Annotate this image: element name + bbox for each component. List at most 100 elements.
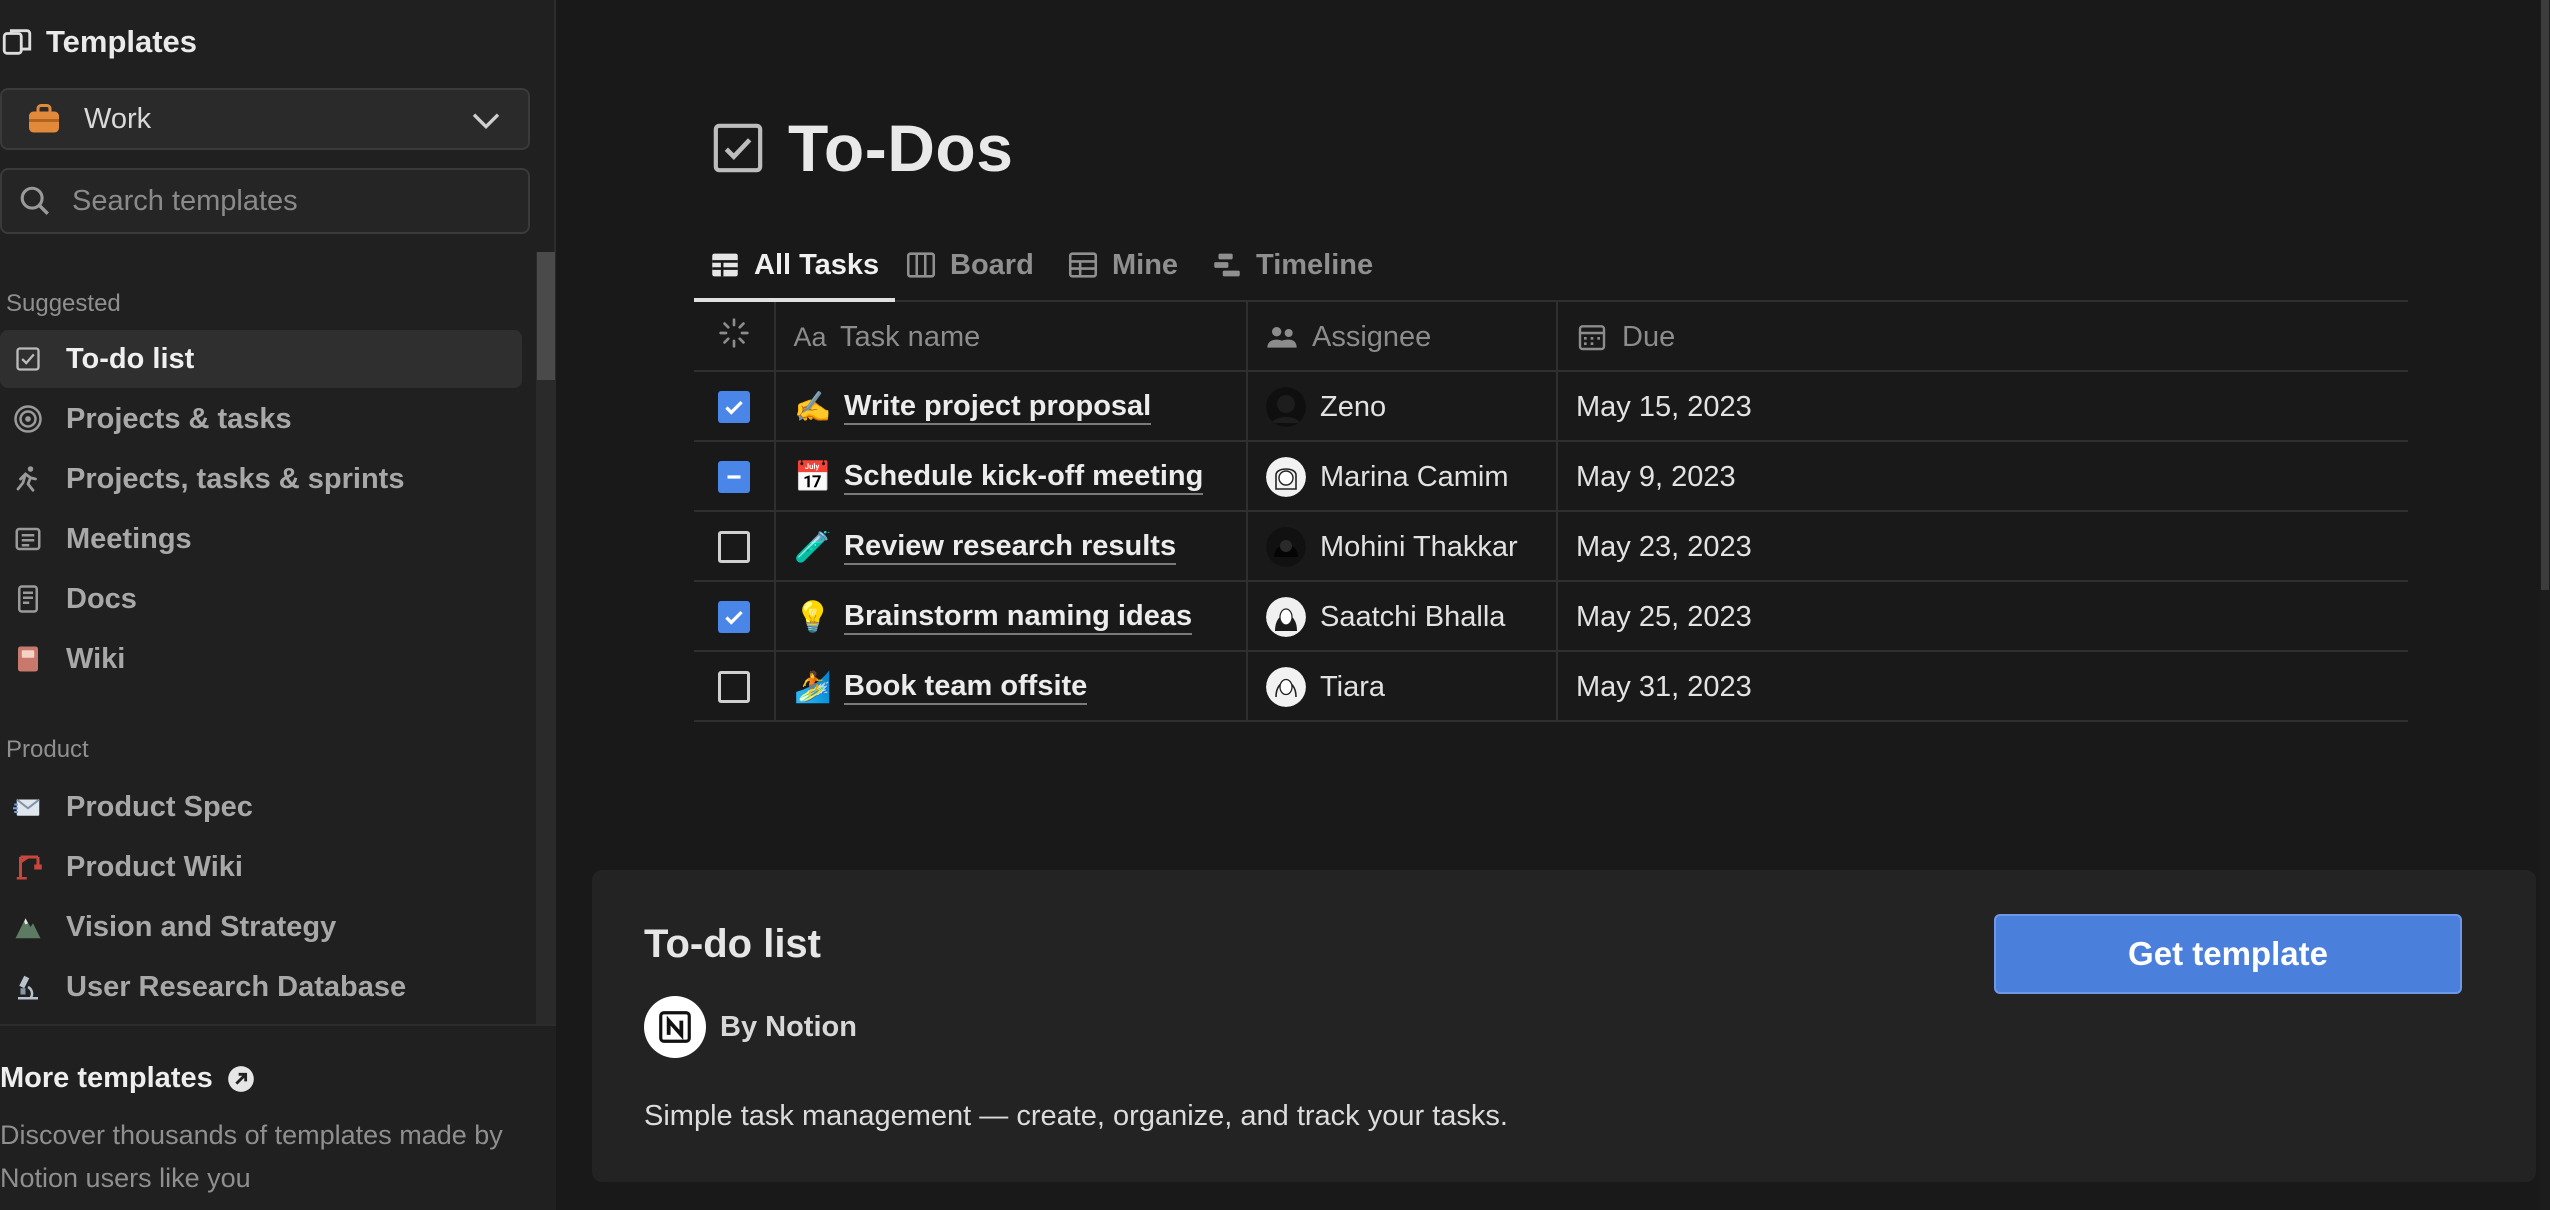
- sidebar-item-projects-tasks[interactable]: Projects & tasks: [0, 390, 522, 448]
- category-select-value: Work: [84, 102, 152, 135]
- sidebar-item-docs[interactable]: Docs: [0, 570, 522, 628]
- page-title: To-Dos: [788, 111, 1014, 185]
- target-icon: [12, 403, 44, 435]
- table-row[interactable]: 🧪 Review research results Mohini Thakkar…: [694, 512, 2408, 582]
- status-column-header[interactable]: [694, 302, 776, 372]
- due-date-cell: May 9, 2023: [1558, 442, 2408, 512]
- sidebar-item-label: Projects, tasks & sprints: [66, 462, 405, 495]
- task-checkbox[interactable]: [718, 601, 750, 633]
- table-header-row: Aa Task name Assignee Due: [694, 302, 2408, 372]
- task-checkbox[interactable]: [718, 531, 750, 563]
- table-row[interactable]: 🏄 Book team offsite Tiara May 31, 2023: [694, 652, 2408, 722]
- due-date: May 25, 2023: [1576, 600, 1752, 633]
- task-name-column-header[interactable]: Aa Task name: [776, 302, 1248, 372]
- tab-board[interactable]: Board: [904, 230, 1034, 300]
- task-name-link[interactable]: Write project proposal: [844, 389, 1152, 425]
- book-icon: [12, 643, 44, 675]
- calendar-icon: [1576, 321, 1608, 353]
- sidebar-header: Templates: [0, 22, 197, 62]
- more-templates-panel: More templates Discover thousands of tem…: [0, 1024, 556, 1210]
- due-date-cell: May 23, 2023: [1558, 512, 2408, 582]
- external-arrow-icon: [227, 1065, 255, 1093]
- due-column-header[interactable]: Due: [1558, 302, 2408, 372]
- checkbox-icon: [710, 120, 766, 176]
- loading-spinner-icon: [718, 317, 750, 357]
- sidebar-item-label: Projects & tasks: [66, 402, 292, 435]
- table-outline-icon: [1066, 248, 1100, 282]
- table-icon: [708, 248, 742, 282]
- get-template-button[interactable]: Get template: [1994, 914, 2462, 994]
- document-icon: [12, 583, 44, 615]
- sidebar-item-product-wiki[interactable]: Product Wiki: [0, 838, 522, 896]
- text-property-icon: Aa: [793, 321, 827, 352]
- task-checkbox[interactable]: [718, 391, 750, 423]
- template-info-card: To-do list By Notion Simple task managem…: [592, 870, 2536, 1182]
- task-name-link[interactable]: Schedule kick-off meeting: [844, 459, 1204, 495]
- light-bulb-icon: 💡: [794, 600, 832, 634]
- chevron-down-icon: [470, 106, 502, 134]
- search-input[interactable]: [72, 184, 492, 218]
- sidebar-item-to-do-list[interactable]: To-do list: [0, 330, 522, 388]
- avatar: [1266, 597, 1306, 637]
- table-row[interactable]: ✍️ Write project proposal Zeno May 15, 2…: [694, 372, 2408, 442]
- sidebar-item-projects-tasks-sprints[interactable]: Projects, tasks & sprints: [0, 450, 522, 508]
- tab-mine[interactable]: Mine: [1066, 230, 1178, 300]
- window-scrollbar-thumb[interactable]: [2541, 0, 2549, 590]
- task-name-cell: ✍️ Write project proposal: [776, 372, 1248, 442]
- assignee-cell: Saatchi Bhalla: [1248, 582, 1558, 652]
- assignee-name: Marina Camim: [1320, 460, 1509, 493]
- tab-timeline[interactable]: Timeline: [1210, 230, 1373, 300]
- avatar: [1266, 457, 1306, 497]
- due-date: May 31, 2023: [1576, 670, 1752, 703]
- table-row[interactable]: 📅 Schedule kick-off meeting Marina Camim…: [694, 442, 2408, 512]
- task-name-cell: 📅 Schedule kick-off meeting: [776, 442, 1248, 512]
- status-cell: [694, 652, 776, 722]
- sidebar-item-label: User Research Database: [66, 970, 407, 1003]
- task-name-link[interactable]: Review research results: [844, 529, 1177, 565]
- sidebar-item-meetings[interactable]: Meetings: [0, 510, 522, 568]
- sidebar-item-product-spec[interactable]: Product Spec: [0, 778, 522, 836]
- sidebar: Templates Work Suggested To-do list: [0, 0, 556, 1210]
- assignee-name: Mohini Thakkar: [1320, 530, 1518, 563]
- mountain-icon: [12, 911, 44, 943]
- running-person-icon: [12, 463, 44, 495]
- due-date: May 15, 2023: [1576, 390, 1752, 423]
- template-preview: To-Dos All Tasks Board Mine Timeline Aa …: [558, 0, 2550, 1210]
- category-select[interactable]: Work: [0, 88, 530, 150]
- template-title: To-do list: [644, 922, 821, 966]
- task-name-link[interactable]: Brainstorm naming ideas: [844, 599, 1193, 635]
- assignee-cell: Mohini Thakkar: [1248, 512, 1558, 582]
- people-icon: [1266, 321, 1298, 353]
- assignee-column-header[interactable]: Assignee: [1248, 302, 1558, 372]
- sidebar-item-wiki[interactable]: Wiki: [0, 630, 522, 688]
- template-author: By Notion: [644, 996, 857, 1058]
- assignee-name: Tiara: [1320, 670, 1385, 703]
- tab-label: Timeline: [1256, 248, 1374, 281]
- status-cell: [694, 442, 776, 512]
- table-row[interactable]: 💡 Brainstorm naming ideas Saatchi Bhalla…: [694, 582, 2408, 652]
- task-checkbox[interactable]: [718, 461, 750, 493]
- sidebar-item-label: Product Spec: [66, 790, 253, 823]
- task-name-link[interactable]: Book team offsite: [844, 669, 1088, 705]
- template-gallery: Templates Work Suggested To-do list: [0, 0, 2550, 1210]
- sidebar-item-label: Meetings: [66, 522, 192, 555]
- sidebar-item-user-research-database[interactable]: User Research Database: [0, 958, 522, 1016]
- task-name-cell: 🧪 Review research results: [776, 512, 1248, 582]
- tab-all-tasks[interactable]: All Tasks: [694, 230, 896, 302]
- sidebar-item-label: Product Wiki: [66, 850, 243, 883]
- envelope-icon: [12, 791, 44, 823]
- sidebar-title: Templates: [46, 24, 198, 59]
- sidebar-scrollbar-thumb[interactable]: [537, 252, 555, 380]
- sidebar-item-label: To-do list: [66, 342, 195, 375]
- sidebar-item-label: Wiki: [66, 642, 126, 675]
- more-templates-link[interactable]: More templates: [0, 1062, 255, 1095]
- assignee-cell: Zeno: [1248, 372, 1558, 442]
- section-heading-product: Product: [6, 736, 89, 763]
- board-icon: [904, 248, 938, 282]
- task-checkbox[interactable]: [718, 671, 750, 703]
- due-date-cell: May 25, 2023: [1558, 582, 2408, 652]
- sidebar-item-vision-and-strategy[interactable]: Vision and Strategy: [0, 898, 522, 956]
- avatar: [1266, 527, 1306, 567]
- status-cell: [694, 582, 776, 652]
- search-box: [0, 168, 530, 234]
